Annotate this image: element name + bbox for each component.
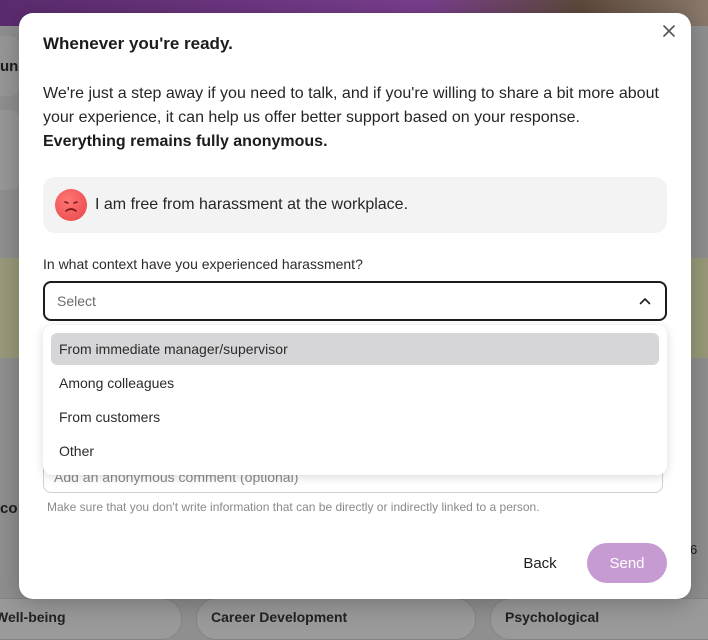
option-among-colleagues[interactable]: Among colleagues bbox=[51, 367, 659, 399]
intro-bold-text: Everything remains fully anonymous. bbox=[43, 133, 328, 150]
select-placeholder: Select bbox=[57, 293, 96, 309]
close-button[interactable] bbox=[659, 23, 679, 43]
background-pill: Career Development bbox=[196, 598, 476, 640]
send-button[interactable]: Send bbox=[587, 543, 667, 583]
chevron-up-icon bbox=[639, 295, 651, 307]
intro-paragraph: We're just a step away if you need to ta… bbox=[43, 82, 665, 154]
background-text: un bbox=[0, 58, 19, 75]
context-select[interactable]: Select bbox=[43, 281, 667, 321]
background-card bbox=[0, 110, 20, 190]
statement-text: I am free from harassment at the workpla… bbox=[95, 196, 409, 213]
option-other[interactable]: Other bbox=[51, 435, 659, 467]
back-button[interactable]: Back bbox=[513, 549, 567, 577]
context-dropdown: From immediate manager/supervisor Among … bbox=[43, 325, 667, 475]
option-immediate-manager[interactable]: From immediate manager/supervisor bbox=[51, 333, 659, 365]
modal-title: Whenever you're ready. bbox=[43, 34, 233, 53]
intro-text: We're just a step away if you need to ta… bbox=[43, 85, 659, 126]
background-text: co bbox=[0, 500, 18, 517]
context-question-label: In what context have you experienced har… bbox=[43, 256, 363, 272]
statement-card: I am free from harassment at the workpla… bbox=[43, 177, 667, 233]
option-from-customers[interactable]: From customers bbox=[51, 401, 659, 433]
close-icon bbox=[663, 24, 675, 42]
comment-hint: Make sure that you don't write informati… bbox=[47, 500, 540, 514]
feedback-modal: Whenever you're ready. We're just a step… bbox=[19, 13, 691, 599]
sad-face-icon bbox=[55, 189, 87, 221]
background-pill: Psychological bbox=[490, 598, 708, 640]
background-pill: Well-being bbox=[0, 598, 182, 640]
background-text: 6 bbox=[690, 542, 698, 557]
